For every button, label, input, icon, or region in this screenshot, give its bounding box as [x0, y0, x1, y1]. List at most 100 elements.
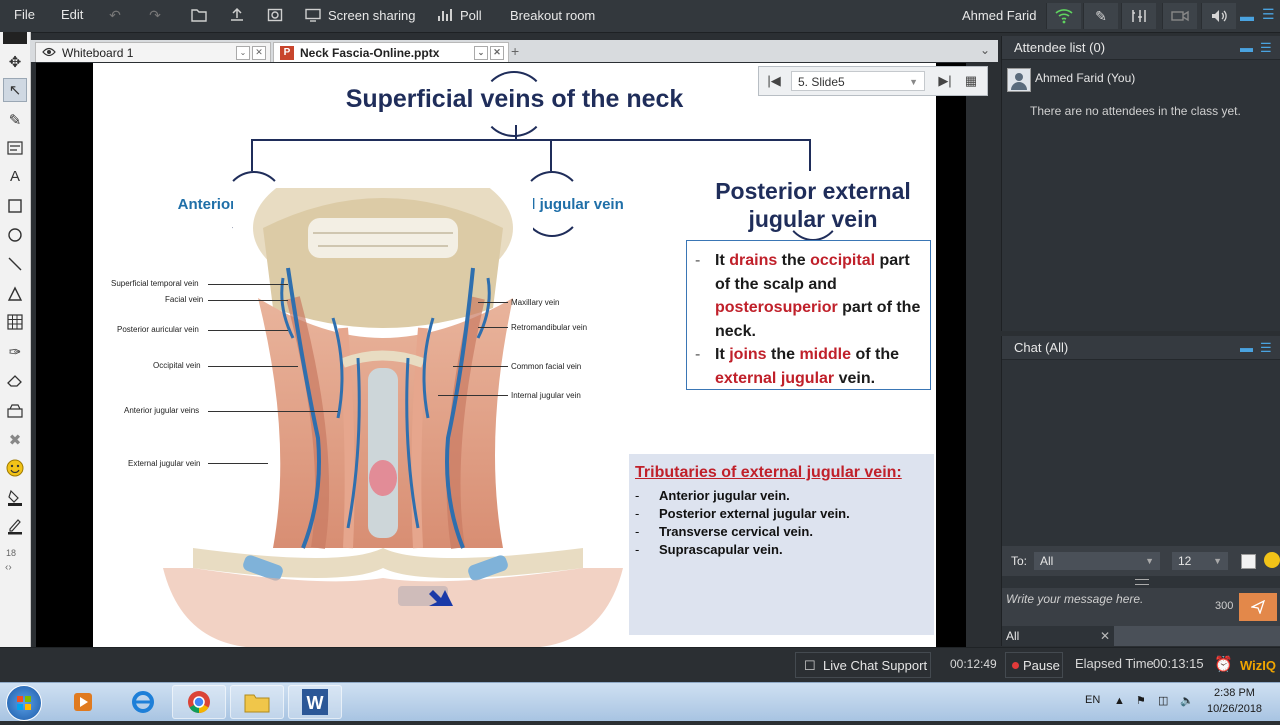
session-status-bar: ☐ Live Chat Support 00:12:49 Pause Elaps…	[0, 647, 1280, 683]
eraser-icon[interactable]	[3, 369, 27, 393]
chat-input[interactable]: Write your message here.	[1006, 592, 1143, 606]
file-explorer-icon[interactable]	[230, 685, 284, 719]
screen-sharing-icon[interactable]	[304, 6, 322, 24]
tree-line-root	[515, 125, 517, 139]
leader-line	[208, 284, 288, 285]
line-color-icon[interactable]	[3, 514, 27, 538]
flag-icon[interactable]: ⚑	[1136, 694, 1146, 707]
checkbox[interactable]	[1241, 554, 1256, 569]
close-icon[interactable]: ✕	[1100, 626, 1110, 646]
move-select-icon[interactable]: ✥	[3, 50, 27, 74]
send-button[interactable]	[1239, 593, 1277, 621]
resize-handle[interactable]	[1135, 579, 1149, 585]
clock-date[interactable]: 10/26/2018	[1207, 703, 1262, 715]
emoji-icon[interactable]	[1264, 552, 1280, 568]
slide-select[interactable]: 5. Slide5 ▼	[791, 71, 925, 91]
anatomy-label-posterior-auricular: Posterior auricular vein	[117, 325, 199, 334]
network-icon[interactable]	[1046, 3, 1081, 29]
size-arrows-icon[interactable]: ‹›	[5, 562, 12, 573]
first-slide-icon[interactable]: |◀	[766, 73, 782, 89]
neck-anatomy-illustration	[163, 188, 623, 647]
minimize-icon[interactable]: ▬	[1240, 340, 1253, 355]
circle-icon[interactable]	[3, 223, 27, 247]
highlighter-icon[interactable]: ✑	[3, 340, 27, 364]
attendee-panel-title: Attendee list (0)	[1014, 40, 1106, 55]
emoji-icon[interactable]	[3, 456, 27, 480]
line-icon[interactable]	[3, 252, 27, 276]
menu-edit[interactable]: Edit	[61, 7, 83, 22]
alarm-clock-icon[interactable]: ⏰	[1214, 655, 1233, 673]
poll-button[interactable]: Poll	[460, 8, 482, 23]
menu-icon[interactable]: ☰	[1262, 6, 1275, 23]
document-tabs: Whiteboard 1 ⌄ ✕ P Neck Fascia-Online.pp…	[30, 40, 998, 62]
settings-icon[interactable]	[1121, 3, 1156, 29]
minimize-icon[interactable]: ▬	[1240, 8, 1254, 24]
volume-icon[interactable]: 🔈	[1180, 694, 1194, 707]
attendee-self[interactable]: Ahmed Farid (You)	[1035, 71, 1135, 85]
undo-icon[interactable]: ↶	[106, 6, 124, 24]
clock-time[interactable]: 2:38 PM	[1214, 687, 1255, 699]
menu-file[interactable]: File	[14, 7, 35, 22]
menu-icon[interactable]: ☰	[1260, 40, 1272, 56]
word-icon[interactable]: W	[288, 685, 342, 719]
internet-explorer-icon[interactable]	[116, 685, 170, 719]
language-indicator[interactable]: EN	[1085, 694, 1100, 706]
close-icon[interactable]: ✕	[252, 46, 266, 60]
folder-icon[interactable]	[190, 6, 208, 24]
bullet-dash: -	[635, 506, 640, 521]
text-icon[interactable]: A	[3, 164, 27, 188]
minimize-icon[interactable]: ▬	[1240, 40, 1253, 55]
close-icon[interactable]: ✕	[490, 46, 504, 60]
table-icon[interactable]	[3, 310, 27, 334]
fill-color-icon[interactable]	[3, 486, 27, 510]
color-swatch[interactable]	[3, 32, 27, 44]
screen-sharing-button[interactable]: Screen sharing	[328, 8, 415, 23]
recipient-select[interactable]: All ▼	[1034, 552, 1160, 570]
pause-button[interactable]: Pause	[1005, 652, 1063, 678]
list-item: - Transverse cervical vein.	[635, 523, 934, 541]
chrome-icon[interactable]	[172, 685, 226, 719]
bullet-dash: -	[695, 252, 701, 269]
pen-icon[interactable]: ✎	[3, 108, 27, 132]
slide-navigator: |◀ 5. Slide5 ▼ ▶| ▦	[758, 66, 988, 96]
last-slide-icon[interactable]: ▶|	[937, 73, 953, 89]
chevron-down-icon[interactable]: ⌄	[474, 46, 488, 60]
brand-logo: WizIQ	[1240, 658, 1276, 673]
menu-icon[interactable]: ☰	[1260, 340, 1272, 356]
clear-page-icon[interactable]	[3, 399, 27, 423]
chat-panel-title: Chat (All)	[1014, 340, 1069, 355]
delete-icon[interactable]: ✖	[3, 428, 27, 452]
breakout-room-button[interactable]: Breakout room	[510, 8, 595, 23]
anatomy-label-external-jugular: External jugular vein	[128, 459, 201, 468]
chat-tab-all[interactable]: All ✕	[1002, 626, 1114, 646]
tab-presentation[interactable]: P Neck Fascia-Online.pptx ⌄ ✕	[273, 42, 509, 62]
triangle-icon[interactable]	[3, 282, 27, 306]
speaker-icon[interactable]	[1201, 3, 1236, 29]
font-size-value: 12	[1178, 554, 1192, 568]
chevron-down-icon[interactable]: ⌄	[236, 46, 250, 60]
pencil-icon[interactable]: ✎	[1083, 3, 1118, 29]
redo-icon[interactable]: ↷	[146, 6, 164, 24]
camera-icon[interactable]	[1162, 3, 1197, 29]
font-size-select[interactable]: 12 ▼	[1172, 552, 1228, 570]
rectangle-icon[interactable]	[3, 194, 27, 218]
network-tray-icon[interactable]: ◫	[1158, 694, 1168, 707]
media-player-icon[interactable]	[56, 685, 110, 719]
upload-icon[interactable]	[228, 6, 246, 24]
text-box-icon[interactable]	[3, 136, 27, 160]
poll-icon[interactable]	[436, 6, 454, 24]
live-chat-support-button[interactable]: ☐ Live Chat Support	[795, 652, 931, 678]
add-tab-icon[interactable]: +	[511, 43, 519, 59]
tab-list-chevron-icon[interactable]: ⌄	[980, 43, 990, 57]
tray-expand-icon[interactable]: ▲	[1114, 695, 1125, 707]
chat-bubble-icon: ☐	[804, 658, 816, 673]
highlight-external-jugular: external jugular	[715, 369, 835, 387]
to-label: To:	[1011, 554, 1028, 568]
bullet-dash: -	[635, 542, 640, 557]
grid-view-icon[interactable]: ▦	[963, 73, 979, 89]
capture-icon[interactable]	[266, 6, 284, 24]
tab-whiteboard[interactable]: Whiteboard 1 ⌄ ✕	[35, 42, 271, 62]
pointer-icon[interactable]: ↖	[3, 78, 27, 102]
start-button[interactable]	[6, 685, 42, 721]
elapsed-value: 00:13:15	[1153, 656, 1204, 671]
